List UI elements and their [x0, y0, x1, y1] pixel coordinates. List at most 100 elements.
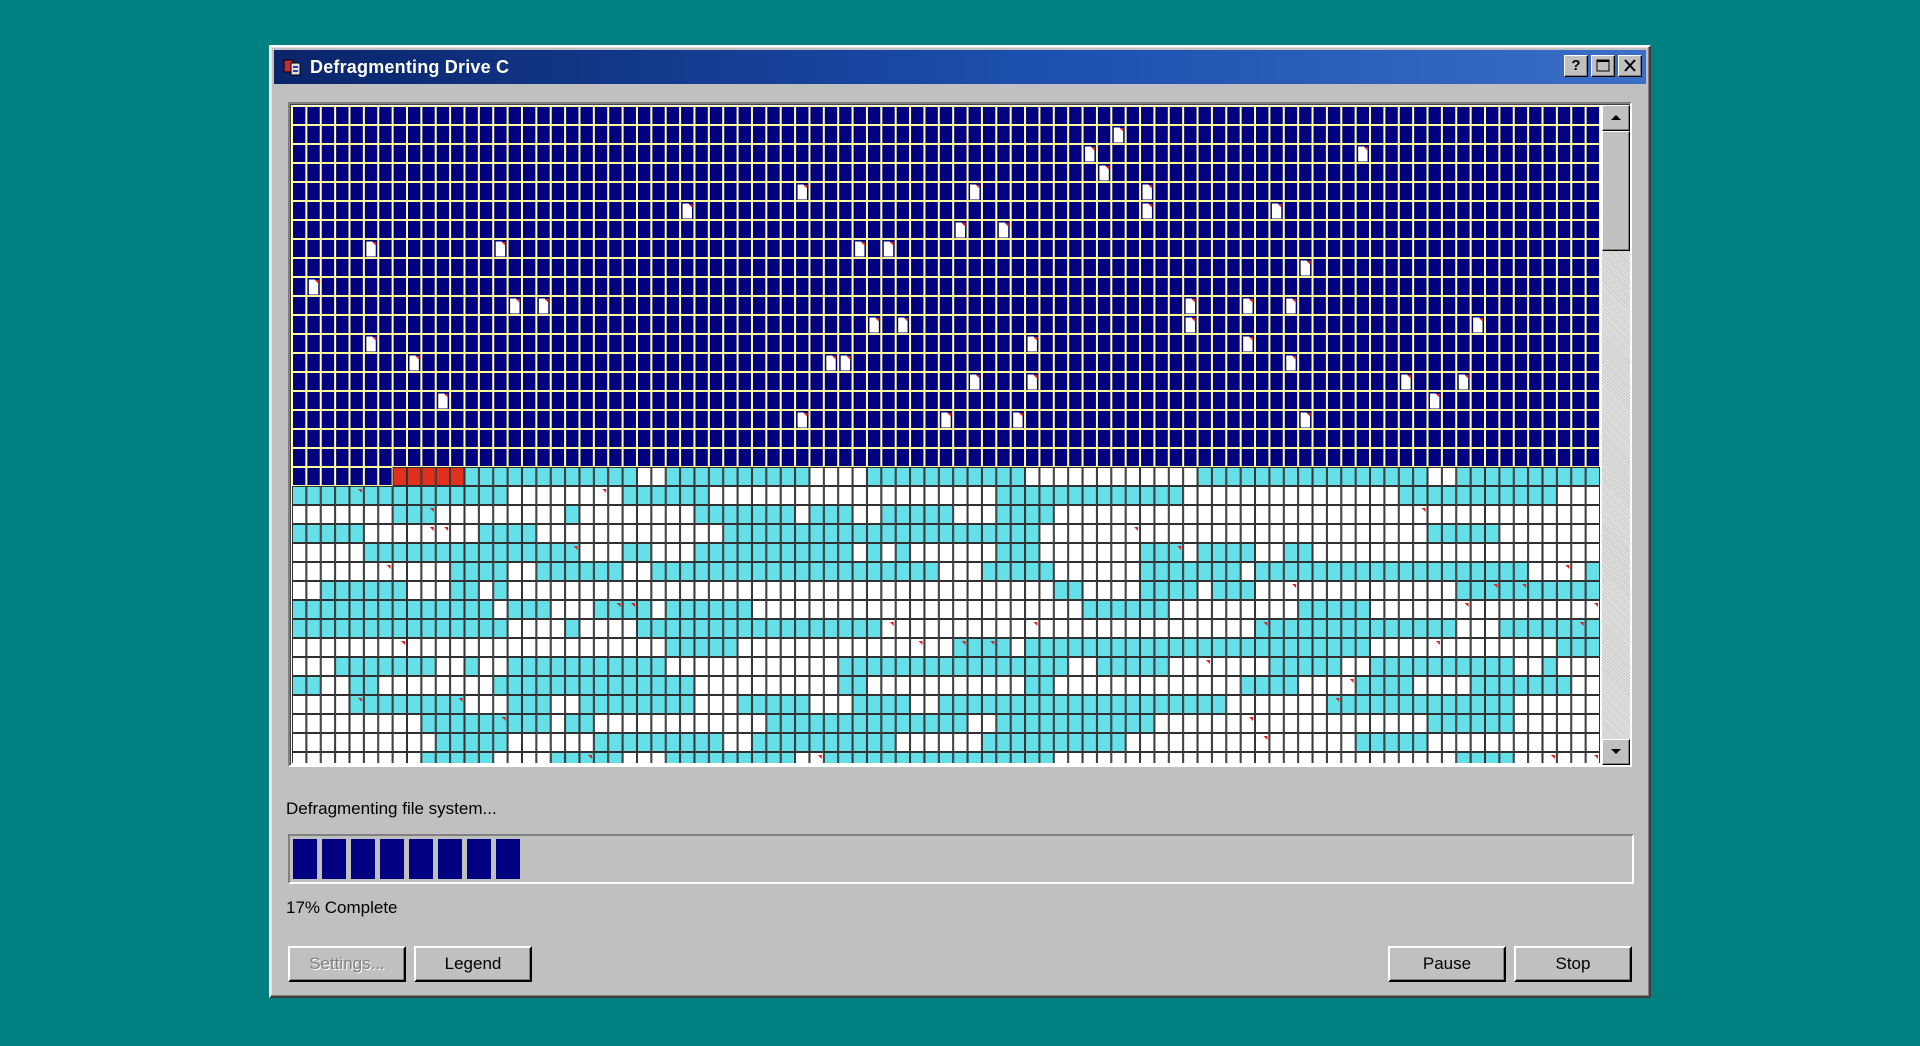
disk-cluster-cell: [1485, 125, 1500, 144]
disk-cluster-cell: [1140, 581, 1155, 600]
disk-cluster-cell: [550, 562, 566, 581]
disk-cluster-cell: [306, 125, 321, 144]
disk-cluster-cell: [636, 106, 652, 125]
disk-cluster-cell: [450, 182, 465, 201]
disk-map-scrollbar[interactable]: [1602, 105, 1630, 765]
disk-cluster-cell: [493, 125, 508, 144]
disk-cluster-cell: [680, 372, 695, 391]
disk-cluster-cell: [852, 125, 867, 144]
disk-cluster-cell: [478, 315, 494, 334]
disk-cluster-cell: [1298, 562, 1313, 581]
disk-cluster-cell: [1082, 410, 1097, 429]
disk-cluster-cell: [809, 714, 824, 733]
disk-cluster-cell: [967, 201, 982, 220]
disk-cluster-cell: [292, 581, 307, 600]
disk-cluster-cell: [1370, 372, 1385, 391]
disk-cluster-cell: [1197, 391, 1212, 410]
disk-cluster-cell: [838, 657, 853, 676]
disk-cluster-cell: [1053, 220, 1069, 239]
disk-cluster-cell: [1154, 733, 1169, 752]
disk-cluster-cell: [852, 182, 867, 201]
disk-cluster-cell: [1571, 562, 1586, 581]
disk-cluster-cell: [292, 505, 307, 524]
disk-cluster-cell: [1398, 315, 1414, 334]
disk-cluster-cell: [708, 486, 724, 505]
file-fragment-icon: [883, 241, 894, 257]
disk-cluster-cell: [665, 315, 681, 334]
disk-cluster-cell: [306, 524, 321, 543]
disk-cluster-cell: [1413, 277, 1428, 296]
close-button[interactable]: [1618, 55, 1642, 77]
disk-cluster-cell: [1413, 695, 1428, 714]
disk-cluster-cell: [478, 429, 494, 448]
disk-cluster-cell: [1456, 467, 1471, 486]
scroll-down-button[interactable]: [1602, 739, 1630, 765]
maximize-button[interactable]: [1591, 55, 1615, 77]
disk-cluster-cell: [1413, 144, 1428, 163]
help-button[interactable]: ?: [1564, 55, 1588, 77]
disk-cluster-cell: [852, 467, 867, 486]
disk-cluster-cell: [565, 467, 580, 486]
progress-percent-text: 17% Complete: [286, 898, 398, 917]
disk-cluster-cell: [938, 657, 954, 676]
disk-cluster-cell: [1485, 315, 1500, 334]
disk-cluster-cell: [378, 638, 393, 657]
scroll-up-button[interactable]: [1602, 105, 1630, 131]
disk-cluster-cell: [579, 714, 594, 733]
disk-cluster-cell: [924, 372, 939, 391]
disk-cluster-cell: [823, 676, 839, 695]
disk-cluster-cell: [1571, 144, 1586, 163]
disk-cluster-cell: [1283, 106, 1299, 125]
disk-cluster-cell: [636, 657, 652, 676]
disk-cluster-cell: [493, 391, 508, 410]
disk-cluster-cell: [996, 562, 1011, 581]
disk-cluster-cell: [895, 239, 911, 258]
disk-cluster-cell: [996, 410, 1011, 429]
disk-cluster-cell: [1183, 581, 1198, 600]
disk-cluster-cell: [1312, 600, 1327, 619]
disk-cluster-cell: [1082, 315, 1097, 334]
disk-cluster-cell: [1010, 334, 1026, 353]
disk-cluster-cell: [450, 353, 465, 372]
title-bar[interactable]: Defragmenting Drive C ?: [274, 50, 1646, 84]
disk-cluster-cell: [1140, 144, 1155, 163]
disk-cluster-cell: [320, 125, 336, 144]
disk-cluster-cell: [493, 752, 508, 763]
disk-cluster-cell: [1585, 144, 1600, 163]
disk-cluster-cell: [1269, 505, 1284, 524]
disk-cluster-cell: [823, 182, 839, 201]
disk-cluster-cell: [967, 144, 982, 163]
disk-cluster-cell: [780, 163, 796, 182]
disk-cluster-cell: [680, 486, 695, 505]
disk-cluster-cell: [1312, 353, 1327, 372]
settings-button[interactable]: Settings...: [288, 946, 406, 982]
disk-cluster-cell: [1341, 277, 1356, 296]
disk-cluster-cell: [852, 695, 867, 714]
disk-cluster-cell: [680, 277, 695, 296]
disk-cluster-cell: [953, 752, 968, 763]
disk-cluster-cell: [349, 410, 364, 429]
scroll-thumb[interactable]: [1602, 131, 1630, 251]
disk-cluster-cell: [766, 144, 781, 163]
disk-cluster-cell: [1096, 543, 1112, 562]
stop-button[interactable]: Stop: [1514, 946, 1632, 982]
disk-cluster-cell: [1197, 410, 1212, 429]
disk-cluster-cell: [507, 752, 522, 763]
disk-cluster-cell: [809, 676, 824, 695]
disk-cluster-cell: [895, 106, 911, 125]
disk-cluster-cell: [1571, 524, 1586, 543]
disk-cluster-cell: [493, 657, 508, 676]
disk-cluster-cell: [507, 334, 522, 353]
disk-cluster-cell: [493, 600, 508, 619]
legend-button[interactable]: Legend: [414, 946, 532, 982]
disk-cluster-cell: [766, 676, 781, 695]
disk-cluster-cell: [1140, 524, 1155, 543]
file-fragment-icon: [970, 374, 980, 390]
disk-cluster-cell: [1096, 562, 1112, 581]
disk-cluster-cell: [536, 638, 551, 657]
disk-cluster-cell: [306, 543, 321, 562]
pause-button[interactable]: Pause: [1388, 946, 1506, 982]
disk-cluster-cell: [536, 277, 551, 296]
disk-cluster-cell: [665, 106, 681, 125]
disk-cluster-cell: [1168, 258, 1184, 277]
